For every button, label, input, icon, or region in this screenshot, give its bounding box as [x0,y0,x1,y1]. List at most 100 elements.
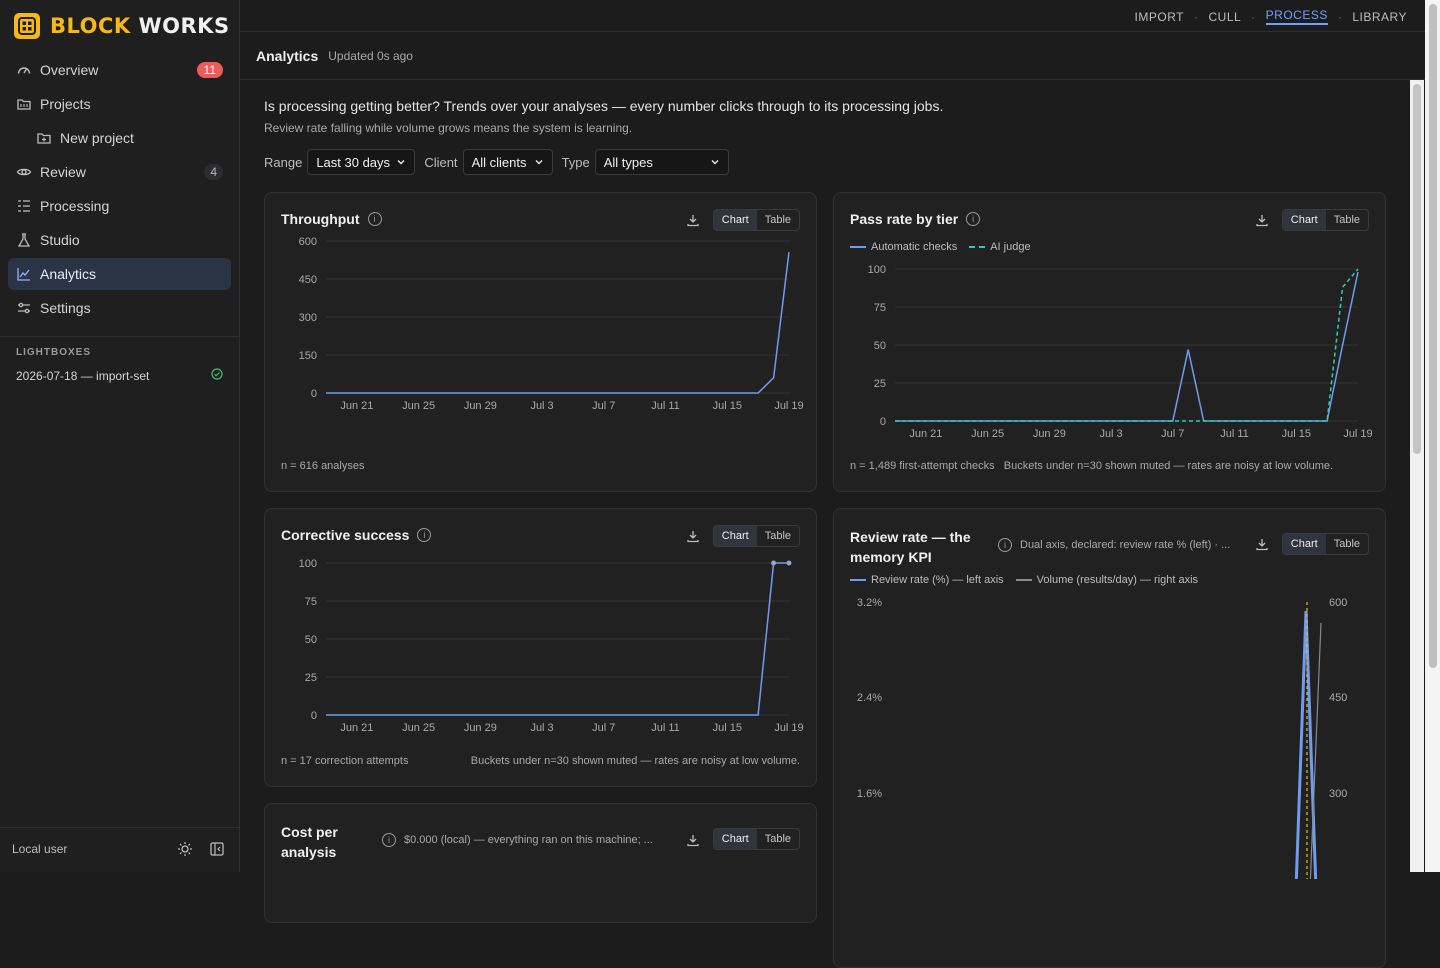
sidebar-item-projects[interactable]: Projects [8,88,231,120]
review-note: i Dual axis, declared: review rate % (lef… [998,538,1230,552]
collapse-sidebar-icon[interactable] [209,841,225,857]
info-icon[interactable]: i [367,212,382,226]
x-tick-label: Jul 19 [1343,428,1372,440]
nav-library[interactable]: LIBRARY [1352,10,1407,24]
series-line-review-rate [1294,610,1318,879]
y-tick-label: 300 [299,312,317,324]
legend-label: Volume (results/day) — right axis [1036,574,1199,586]
list-icon [16,198,32,214]
chart-view-button[interactable]: Chart [713,526,757,546]
chart-view-button[interactable]: Chart [1282,210,1326,230]
x-tick-label: Jul 11 [651,722,680,734]
chart-icon [16,266,32,282]
brand-name: BLOCK WORKS [50,14,230,38]
table-view-button[interactable]: Table [1326,534,1368,554]
table-view-button[interactable]: Table [757,210,799,230]
chevron-down-icon [710,155,720,170]
gauge-icon [16,62,32,78]
card-title: Review rate — the memory KPI [850,527,971,567]
info-icon[interactable]: i [382,833,396,847]
legend-automatic-checks: Automatic checks [850,241,957,253]
info-icon[interactable]: i [417,528,432,542]
sidebar-item-studio[interactable]: Studio [8,224,231,256]
client-value: All clients [471,154,527,170]
card-title: Pass rate by tier i [850,211,981,227]
table-view-button[interactable]: Table [1326,210,1368,230]
corrective-footer-note: Buckets under n=30 shown muted — rates a… [470,755,800,767]
view-toggle: Chart Table [1281,209,1369,231]
x-tick-label: Jul 15 [713,722,742,734]
brand-logo[interactable]: BLOCK WORKS [14,13,230,39]
sun-icon[interactable] [177,841,193,857]
lightbox-item-label: 2026-07-18 — import-set [16,368,150,383]
throughput-card: Throughput i Chart Table 0 150 300 450 600 Jun … [264,192,817,492]
sidebar-item-processing[interactable]: Processing [8,190,231,222]
download-icon[interactable] [686,833,700,847]
review-rate-card: Review rate — the memory KPI i Dual axis,… [833,508,1386,968]
overview-count-badge: 11 [196,62,223,78]
sidebar-item-overview[interactable]: Overview 11 [8,54,231,86]
chart-view-button[interactable]: Chart [1282,534,1326,554]
view-toggle: Chart Table [712,828,800,850]
sidebar-item-settings[interactable]: Settings [8,292,231,324]
y-tick-label: 0 [880,416,886,428]
x-tick-label: Jul 11 [651,400,680,412]
table-view-button[interactable]: Table [757,829,799,849]
throughput-title: Throughput [281,211,360,227]
y-tick-label: 50 [874,340,886,352]
data-point [786,560,792,566]
y-tick-label: 25 [305,672,317,684]
download-icon[interactable] [1255,213,1269,227]
pass-rate-legend: Automatic checks AI judge [850,241,1031,253]
download-icon[interactable] [1255,537,1269,551]
sliders-icon [16,300,32,316]
download-icon[interactable] [686,213,700,227]
x-tick-label: Jul 19 [774,722,803,734]
y-left-tick-label: 3.2% [857,597,882,609]
y-tick-label: 0 [311,710,317,722]
content-scrollbar-thumb[interactable] [1413,84,1421,454]
type-select[interactable]: All types [594,149,729,175]
sidebar-item-label: Analytics [40,266,97,282]
client-select[interactable]: All clients [462,149,553,175]
page-header: Analytics Updated 0s ago [240,32,1425,80]
card-title: Throughput i [281,211,382,227]
card-title: Cost per analysis [281,822,338,862]
nav-separator: · [1193,9,1199,24]
sidebar-divider [0,336,239,337]
download-icon[interactable] [686,529,700,543]
cost-note: i $0.000 (local) — everything ran on this… [382,833,653,847]
x-tick-label: Jul 7 [1161,428,1184,440]
pass-rate-footer: n = 1,489 first-attempt checks Buckets u… [850,460,1333,472]
nav-import[interactable]: IMPORT [1135,10,1184,24]
sidebar-item-analytics[interactable]: Analytics [8,258,231,290]
lightbox-item[interactable]: 2026-07-18 — import-set [16,368,223,383]
nav-cull[interactable]: CULL [1208,10,1241,24]
cost-note-text: $0.000 (local) — everything ran on this … [404,834,653,846]
sidebar-item-label: Review [40,164,86,180]
nav-separator: · [1337,9,1343,24]
nav-process[interactable]: PROCESS [1265,8,1328,25]
workflow-nav: IMPORT · CULL · PROCESS · LIBRARY [1135,8,1407,25]
table-view-button[interactable]: Table [757,526,799,546]
legend-label: AI judge [990,241,1031,253]
view-toggle: Chart Table [712,525,800,547]
review-rate-chart: 3.2% 2.4% 1.6% 600 450 300 [857,597,1347,879]
review-count-badge: 4 [204,164,223,180]
x-tick-label: Jun 25 [402,400,435,412]
sidebar-footer-divider [0,827,239,828]
sidebar-footer-actions [177,841,225,857]
window-scrollbar-thumb[interactable] [1429,4,1437,668]
pass-rate-chart: 0 25 50 75 100 Jun 21 Jun 25 Jun 29 Jul 3 Jul 7 Ju… [868,264,1373,440]
chevron-down-icon [534,155,544,170]
info-icon[interactable]: i [966,212,981,226]
chart-view-button[interactable]: Chart [713,210,757,230]
info-icon[interactable]: i [998,538,1012,552]
corrective-chart: 0 25 50 75 100 Jun 21 Jun 25 Jun 29 Jul 3 Jul 7 Ju… [299,558,804,734]
sidebar-item-review[interactable]: Review 4 [8,156,231,188]
current-user[interactable]: Local user [12,842,67,856]
chart-view-button[interactable]: Chart [713,829,757,849]
sidebar-item-new-project[interactable]: New project [8,122,231,154]
y-left-tick-label: 1.6% [857,788,882,800]
range-select[interactable]: Last 30 days [307,149,416,175]
